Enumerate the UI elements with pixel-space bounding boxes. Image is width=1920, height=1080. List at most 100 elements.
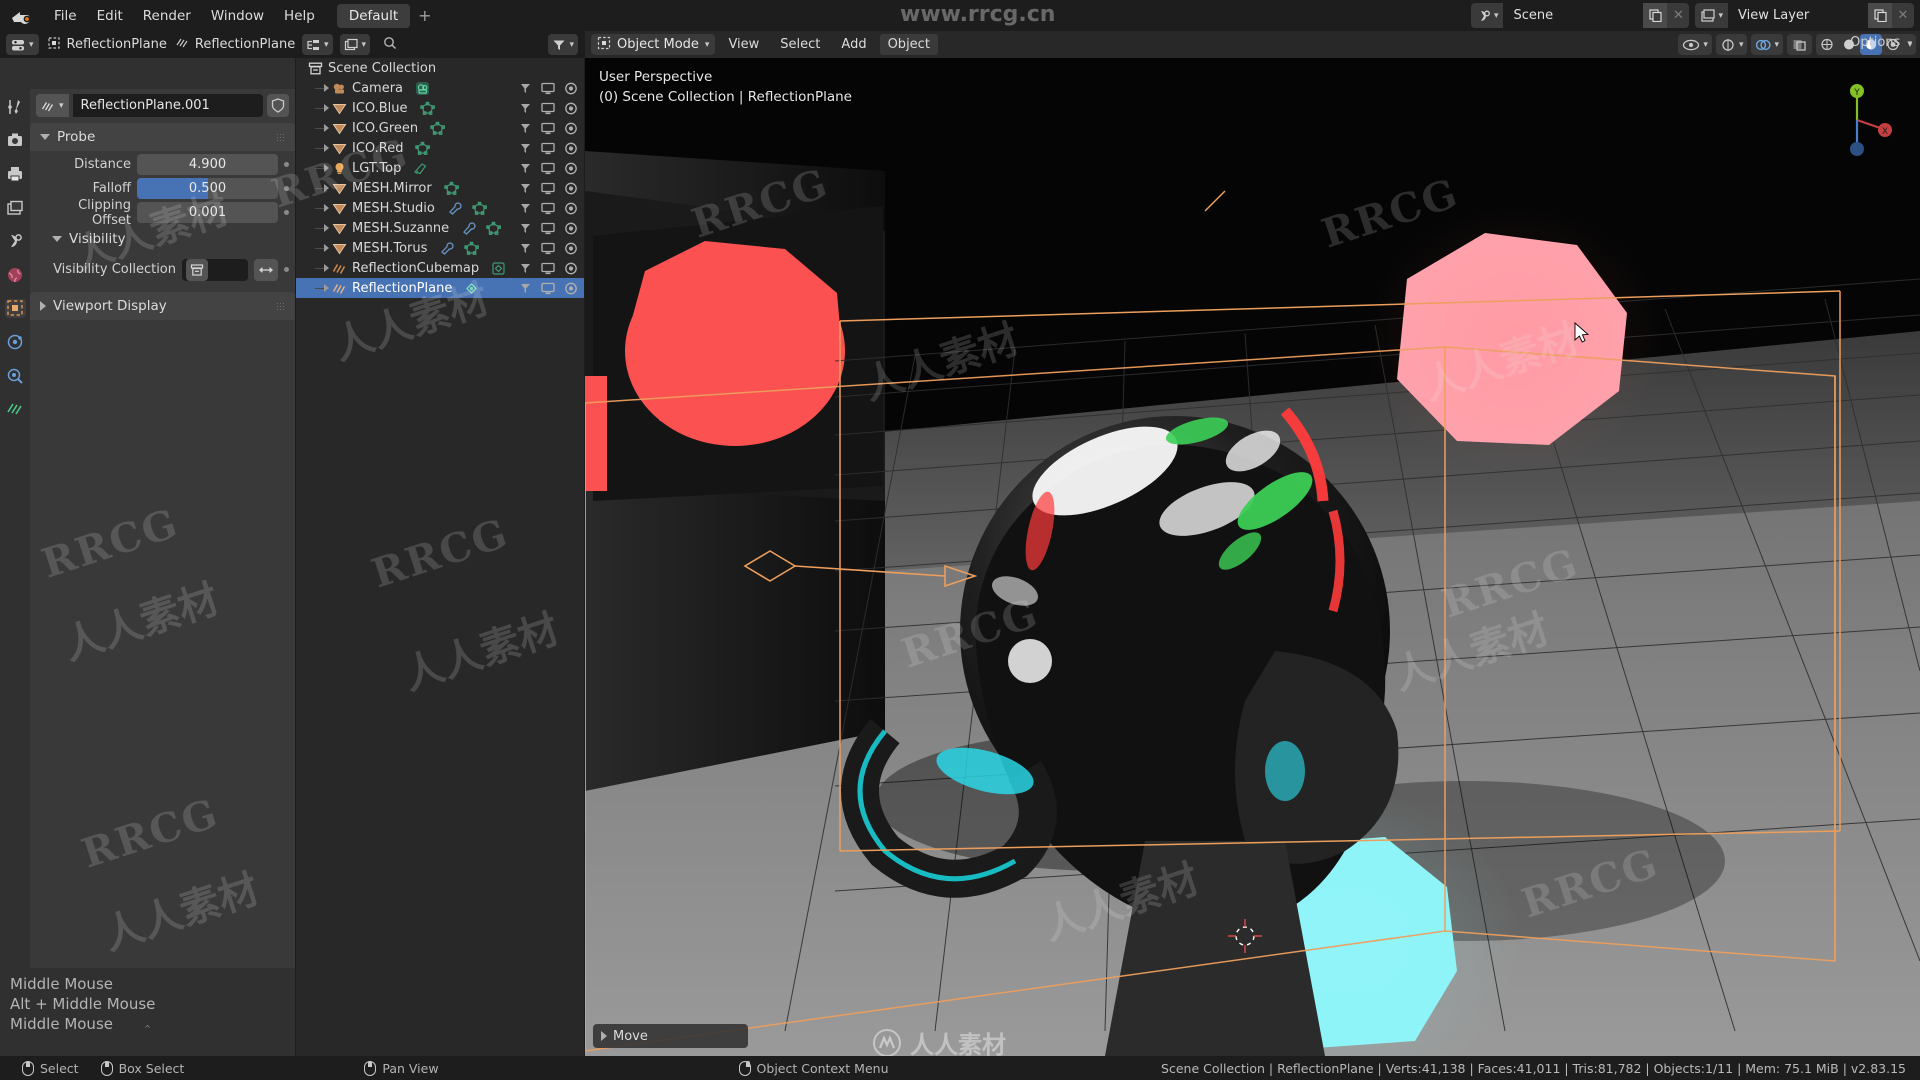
navigation-gizmo[interactable]: Y X: [1816, 79, 1898, 161]
lightprobe-plane-icon[interactable]: ▾: [36, 94, 69, 117]
outliner-row[interactable]: MESH.Studio: [296, 198, 584, 218]
lightprobe-plane-data-icon[interactable]: [464, 281, 479, 296]
tool-icon[interactable]: [5, 97, 26, 117]
mesh-data-icon[interactable]: [486, 221, 502, 236]
distance-field[interactable]: 4.900: [137, 154, 278, 175]
x-icon[interactable]: ✕: [1892, 3, 1914, 28]
outliner-row[interactable]: MESH.Torus: [296, 238, 584, 258]
camera-data-icon[interactable]: [415, 81, 430, 96]
expand-arrow-icon[interactable]: [324, 164, 329, 172]
filter-arrow-icon[interactable]: [519, 202, 532, 215]
screen-icon[interactable]: [541, 262, 555, 275]
workspace-tab-default[interactable]: Default: [336, 3, 411, 28]
viewport-menu-object[interactable]: Object: [879, 34, 938, 55]
breadcrumb-data[interactable]: ReflectionPlane.0: [175, 36, 308, 54]
camera-icon[interactable]: [564, 282, 578, 295]
screen-icon[interactable]: [541, 142, 555, 155]
camera-icon[interactable]: [564, 242, 578, 255]
view-layer-selector[interactable]: ▾ View Layer ✕: [1695, 3, 1914, 28]
gizmo-icon[interactable]: ▾: [1715, 34, 1748, 55]
constraints-icon[interactable]: [5, 366, 26, 386]
modifier-icon[interactable]: [447, 201, 462, 216]
panel-header-probe[interactable]: Probe: [30, 123, 295, 151]
mesh-data-icon[interactable]: [464, 241, 480, 256]
camera-icon[interactable]: [564, 202, 578, 215]
panel-header-viewport-display[interactable]: Viewport Display: [30, 292, 295, 320]
expand-arrow-icon[interactable]: [324, 284, 329, 292]
outliner-row[interactable]: ICO.Blue: [296, 98, 584, 118]
outliner-row[interactable]: MESH.Suzanne: [296, 218, 584, 238]
expand-arrow-icon[interactable]: [324, 144, 329, 152]
mesh-data-icon[interactable]: [419, 101, 435, 116]
wireframe-icon[interactable]: [1816, 34, 1838, 55]
id-name-field[interactable]: ReflectionPlane.001: [72, 94, 263, 117]
object-icon[interactable]: [4, 298, 26, 319]
filter-arrow-icon[interactable]: [519, 242, 532, 255]
outliner-row-scene-collection[interactable]: Scene Collection: [296, 58, 584, 78]
properties-editor-type-icon[interactable]: ▾: [6, 34, 39, 55]
arrows-lr-icon[interactable]: [254, 258, 278, 281]
expand-arrow-icon[interactable]: [324, 104, 329, 112]
view-layer-icon[interactable]: ▾: [1695, 3, 1728, 28]
render-icon[interactable]: [5, 131, 26, 151]
visibility-collection-field[interactable]: [182, 258, 248, 281]
mode-selector[interactable]: Object Mode ▾: [591, 34, 716, 55]
outliner-row[interactable]: ICO.Green: [296, 118, 584, 138]
mesh-data-icon[interactable]: [443, 181, 459, 196]
falloff-slider[interactable]: 0.500: [137, 178, 278, 199]
scene-icon[interactable]: ▾: [1470, 3, 1504, 28]
filter-arrow-icon[interactable]: [519, 182, 532, 195]
animate-dot-icon[interactable]: [284, 186, 289, 191]
filter-arrow-icon[interactable]: [519, 82, 532, 95]
search-input[interactable]: [377, 34, 536, 55]
viewport-options-button[interactable]: Options ▾: [1850, 35, 1912, 50]
clipping-offset-field[interactable]: 0.001: [137, 202, 278, 223]
mesh-data-icon[interactable]: [430, 121, 446, 136]
operator-redo-panel[interactable]: Move: [593, 1024, 748, 1048]
duplicate-icon[interactable]: [1643, 3, 1668, 28]
screen-icon[interactable]: [541, 282, 555, 295]
screen-icon[interactable]: [541, 122, 555, 135]
outliner-row[interactable]: ReflectionCubemap: [296, 258, 584, 278]
modifier-icon[interactable]: [439, 241, 454, 256]
x-icon[interactable]: ✕: [1667, 3, 1690, 28]
collapse-caret-icon[interactable]: ⌃: [0, 1023, 295, 1036]
world-icon[interactable]: [5, 265, 26, 285]
viewport-menu-view[interactable]: View: [720, 34, 767, 55]
screen-icon[interactable]: [541, 82, 555, 95]
filter-arrow-icon[interactable]: [519, 142, 532, 155]
animate-dot-icon[interactable]: [284, 267, 289, 272]
camera-icon[interactable]: [564, 182, 578, 195]
camera-icon[interactable]: [564, 82, 578, 95]
camera-icon[interactable]: [564, 262, 578, 275]
light-data-icon[interactable]: [413, 161, 428, 176]
outliner-row[interactable]: Camera: [296, 78, 584, 98]
panel-header-visibility[interactable]: Visibility: [30, 225, 295, 253]
expand-arrow-icon[interactable]: [324, 84, 329, 92]
menu-render[interactable]: Render: [133, 5, 201, 27]
outliner-display-mode-icon[interactable]: ▾: [302, 34, 333, 55]
overlays-icon[interactable]: ▾: [1751, 34, 1783, 55]
camera-icon[interactable]: [564, 102, 578, 115]
physics-icon[interactable]: [5, 332, 26, 352]
camera-icon[interactable]: [564, 222, 578, 235]
camera-icon[interactable]: [564, 142, 578, 155]
filter-icon[interactable]: ▾: [548, 34, 578, 55]
expand-arrow-icon[interactable]: [324, 224, 329, 232]
expand-arrow-icon[interactable]: [324, 124, 329, 132]
screen-icon[interactable]: [541, 242, 555, 255]
filter-arrow-icon[interactable]: [519, 122, 532, 135]
mesh-data-icon[interactable]: [472, 201, 487, 216]
object-data-lightprobe-icon[interactable]: [5, 399, 26, 419]
animate-dot-icon[interactable]: [284, 162, 289, 167]
modifier-icon[interactable]: [461, 221, 476, 236]
lightprobe-cubemap-data-icon[interactable]: [491, 261, 506, 276]
expand-arrow-icon[interactable]: [324, 204, 329, 212]
scene-selector[interactable]: ▾ Scene ✕: [1470, 3, 1690, 28]
filter-arrow-icon[interactable]: [519, 162, 532, 175]
camera-icon[interactable]: [564, 122, 578, 135]
mesh-data-icon[interactable]: [415, 141, 431, 156]
scene-icon[interactable]: [5, 231, 26, 251]
scene-name[interactable]: Scene: [1503, 3, 1644, 28]
filter-arrow-icon[interactable]: [519, 262, 532, 275]
